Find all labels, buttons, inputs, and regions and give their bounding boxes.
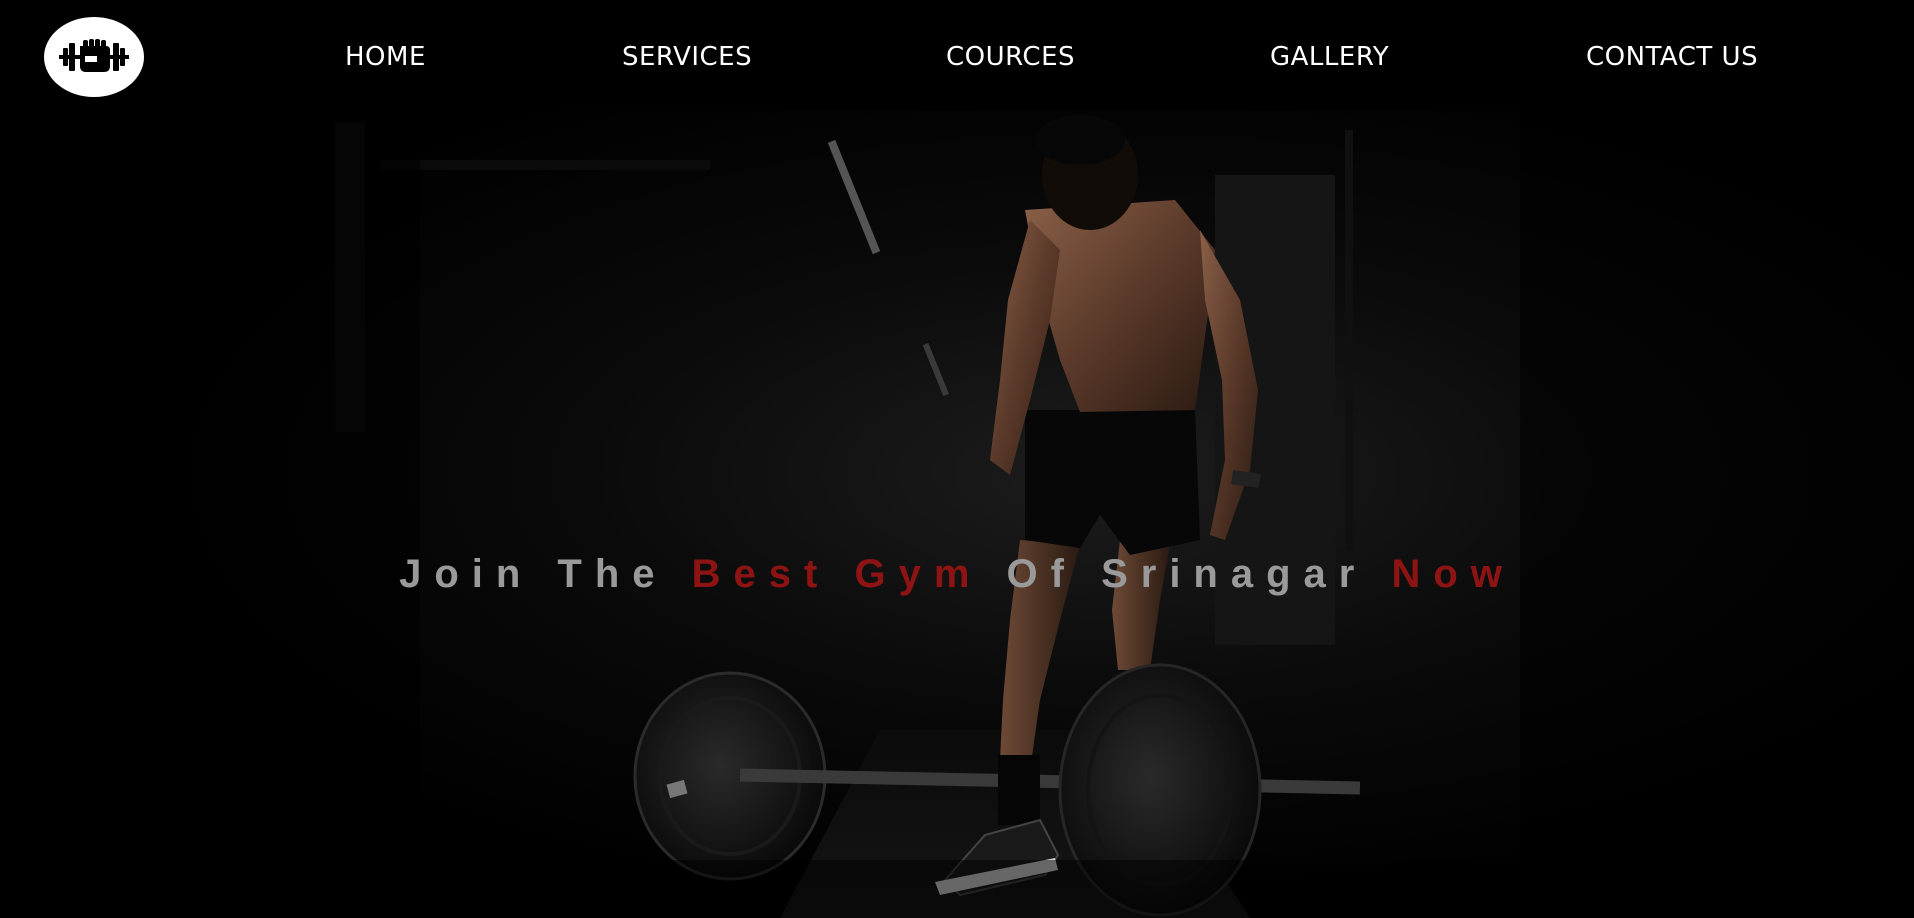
nav-cources-link[interactable]: COURCES [946, 42, 1075, 72]
fist-dumbbell-icon [59, 39, 129, 72]
nav-services-link[interactable]: SERVICES [622, 42, 752, 72]
top-navbar: HOME SERVICES COURCES GALLERY CONTACT US [0, 0, 1914, 120]
headline-part-join-the: Join The [399, 552, 692, 596]
headline-part-of-srinagar: Of Srinagar [982, 552, 1392, 596]
nav-home-link[interactable]: HOME [345, 42, 426, 72]
headline-part-now: Now [1391, 552, 1515, 596]
hero-background-image [0, 0, 1914, 918]
gym-logo[interactable] [44, 17, 144, 97]
landing-page: HOME SERVICES COURCES GALLERY CONTACT US… [0, 0, 1914, 918]
nav-contact-us-link[interactable]: CONTACT US [1586, 42, 1758, 72]
nav-gallery-link[interactable]: GALLERY [1270, 42, 1389, 72]
hero-headline: Join The Best Gym Of Srinagar Now [0, 552, 1914, 597]
headline-part-best-gym: Best Gym [691, 552, 983, 596]
